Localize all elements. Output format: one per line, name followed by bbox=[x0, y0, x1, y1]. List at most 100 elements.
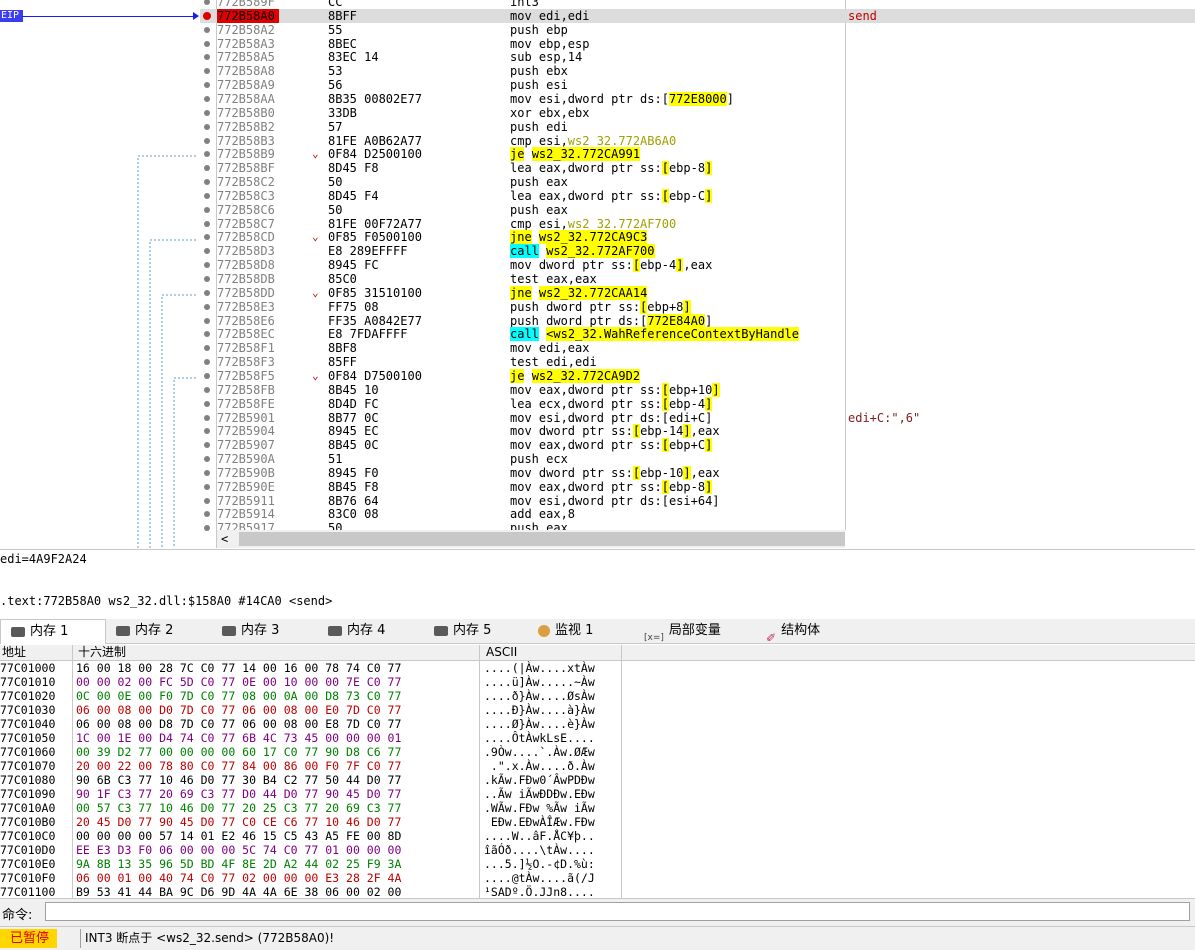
memory-hex-bytes[interactable]: 06 00 01 00 40 74 C0 77 02 00 00 00 E3 2… bbox=[76, 871, 401, 885]
memory-ascii[interactable]: EÐw.EÐwÀÎÆw.FÐw bbox=[484, 815, 595, 829]
breakpoint-dot-icon[interactable] bbox=[204, 137, 210, 144]
memory-ascii[interactable]: ....W..âF.ÅC¥þ.. bbox=[484, 829, 595, 843]
memory-hex-bytes[interactable]: 0C 00 0E 00 F0 7D C0 77 08 00 0A 00 D8 7… bbox=[76, 689, 401, 703]
tab-7[interactable]: [x=] 局部变量 bbox=[634, 619, 756, 643]
disasm-row[interactable]: 772B58B0 33DB xor ebx,ebx bbox=[200, 106, 1195, 120]
breakpoint-dot-icon[interactable] bbox=[204, 220, 210, 227]
disasm-row[interactable]: 772B58E6 FF35 A0842E77 push dword ptr ds:[… bbox=[200, 313, 1195, 328]
breakpoint-dot-icon[interactable] bbox=[204, 400, 210, 407]
disasm-row[interactable]: 772B58C3 8D45 F4 lea eax,dword ptr ss:[ebp… bbox=[200, 188, 1195, 203]
memory-ascii[interactable]: ....ð}Àw....ØsÀw bbox=[484, 689, 595, 703]
disasm-row[interactable]: 772B58E3 FF75 08 push dword ptr ss:[ebp+8] bbox=[200, 299, 1195, 314]
breakpoint-dot-icon[interactable] bbox=[204, 262, 210, 269]
breakpoint-dot-icon[interactable] bbox=[204, 511, 210, 518]
memory-ascii[interactable]: ....ü]Àw.....~Àw bbox=[484, 675, 595, 689]
memory-hex-bytes[interactable]: 9A 8B 13 35 96 5D BD 4F 8E 2D A2 44 02 2… bbox=[76, 857, 401, 871]
memory-row[interactable]: 77C01040 06 00 08 00 D8 7D C0 77 06 00 08… bbox=[0, 717, 1195, 731]
memory-row[interactable]: 77C010D0 EE E3 D3 F0 06 00 00 00 5C 74 C0… bbox=[0, 843, 1195, 857]
disasm-row[interactable]: 772B5907 8B45 0C mov eax,dword ptr ss:[ebp… bbox=[200, 438, 1195, 453]
disasm-row[interactable]: 772B5901 8B77 0C mov esi,dword ptr ds:[edi… bbox=[200, 411, 1195, 425]
breakpoint-dot-icon[interactable] bbox=[204, 345, 210, 352]
memory-hex-bytes[interactable]: 90 6B C3 77 10 46 D0 77 30 B4 C2 77 50 4… bbox=[76, 773, 401, 787]
memory-hex-bytes[interactable]: EE E3 D3 F0 06 00 00 00 5C 74 C0 77 01 0… bbox=[76, 843, 401, 857]
memory-ascii[interactable]: .".x.Àw....ð.Àw bbox=[484, 759, 595, 773]
disasm-row[interactable]: 772B58C7 81FE 00F72A77 cmp esi,ws2_32.772A… bbox=[200, 217, 1195, 231]
disassembly-pane[interactable]: EIP 772B589F CC int3 772B58A0 8BFF mov edi,ed… bbox=[0, 0, 1195, 548]
breakpoint-dot-icon[interactable] bbox=[204, 109, 210, 116]
disasm-row[interactable]: 772B5904 8945 EC mov dword ptr ss:[ebp-14]… bbox=[200, 424, 1195, 439]
tab-6[interactable]: 监视 1 bbox=[528, 619, 634, 643]
breakpoint-dot-icon[interactable] bbox=[204, 372, 210, 379]
breakpoint-dot-icon[interactable] bbox=[204, 26, 210, 33]
disasm-horizontal-scrollbar[interactable]: < bbox=[217, 530, 845, 548]
memory-dump-pane[interactable]: 地址 十六进制 ASCII 77C01000 16 00 18 00 28 7C … bbox=[0, 645, 1195, 898]
memory-row[interactable]: 77C01100 B9 53 41 44 BA 9C D6 9D 4A 4A 6E… bbox=[0, 885, 1195, 898]
disasm-row[interactable]: 772B58DB 85C0 test eax,eax bbox=[200, 272, 1195, 286]
scrollbar-thumb[interactable] bbox=[239, 532, 845, 546]
memory-row[interactable]: 77C010A0 00 57 C3 77 10 46 D0 77 20 25 C3… bbox=[0, 801, 1195, 815]
memory-hex-bytes[interactable]: 00 39 D2 77 00 00 00 00 60 17 C0 77 90 D… bbox=[76, 745, 401, 759]
breakpoint-dot-icon[interactable] bbox=[204, 123, 210, 130]
disasm-row[interactable]: 772B58BF 8D45 F8 lea eax,dword ptr ss:[ebp… bbox=[200, 161, 1195, 176]
disasm-row[interactable]: 772B58CD ⌄ 0F85 F0500100 jne ws2_32.772CA9C… bbox=[200, 230, 1195, 245]
disasm-row[interactable]: 772B58A9 56 push esi bbox=[200, 78, 1195, 92]
memory-hex-bytes[interactable]: 00 00 00 00 57 14 01 E2 46 15 C5 43 A5 F… bbox=[76, 829, 401, 843]
memory-ascii[interactable]: ....@tÀw....ã(/J bbox=[484, 871, 595, 885]
breakpoint-dot-icon[interactable] bbox=[204, 483, 210, 490]
breakpoint-dot-icon[interactable] bbox=[204, 248, 210, 255]
memory-row[interactable]: 77C01090 90 1F C3 77 20 69 C3 77 D0 44 D0… bbox=[0, 787, 1195, 801]
memory-row[interactable]: 77C010C0 00 00 00 00 57 14 01 E2 46 15 C5… bbox=[0, 829, 1195, 843]
memory-ascii[interactable]: ..Ãw iÃwÐDÐw.EÐw bbox=[484, 787, 595, 801]
breakpoint-dot-icon[interactable] bbox=[204, 151, 210, 158]
disasm-row[interactable]: 772B589F CC int3 bbox=[200, 0, 1195, 9]
breakpoint-dot-icon[interactable] bbox=[204, 68, 210, 75]
memory-row[interactable]: 77C010B0 20 45 D0 77 90 45 D0 77 C0 CE C6… bbox=[0, 815, 1195, 829]
disasm-row[interactable]: 772B58A5 83EC 14 sub esp,14 bbox=[200, 50, 1195, 64]
tab-1[interactable]: 内存 1 bbox=[0, 619, 106, 644]
breakpoint-dot-icon[interactable] bbox=[204, 497, 210, 504]
memory-row[interactable]: 77C01080 90 6B C3 77 10 46 D0 77 30 B4 C2… bbox=[0, 773, 1195, 787]
breakpoint-dot-icon[interactable] bbox=[204, 456, 210, 463]
breakpoint-dot-icon[interactable] bbox=[204, 276, 210, 282]
disasm-row[interactable]: 772B58FB 8B45 10 mov eax,dword ptr ss:[ebp… bbox=[200, 382, 1195, 397]
memory-hex-bytes[interactable]: 90 1F C3 77 20 69 C3 77 D0 44 D0 77 90 4… bbox=[76, 787, 401, 801]
breakpoint-dot-icon[interactable] bbox=[204, 192, 210, 199]
disasm-row[interactable]: 772B58C6 50 push eax bbox=[200, 203, 1195, 217]
breakpoint-dot-icon[interactable] bbox=[204, 525, 210, 532]
memory-hex-bytes[interactable]: 06 00 08 00 D8 7D C0 77 06 00 08 00 E8 7… bbox=[76, 717, 401, 731]
disasm-row[interactable]: 772B58A0 8BFF mov edi,edi send bbox=[200, 8, 1195, 23]
disasm-row[interactable]: 772B58F1 8BF8 mov edi,eax bbox=[200, 341, 1195, 355]
memory-hex-bytes[interactable]: 20 45 D0 77 90 45 D0 77 C0 CE C6 77 10 4… bbox=[76, 815, 401, 829]
breakpoint-dot-icon[interactable] bbox=[204, 82, 210, 89]
command-input[interactable] bbox=[45, 902, 1190, 921]
disasm-row[interactable]: 772B58F5 ⌄ 0F84 D7500100 je ws2_32.772CA9D2 bbox=[200, 368, 1195, 383]
memory-ascii[interactable]: ...5.]½O.-¢D.%ù: bbox=[484, 857, 595, 871]
memory-ascii[interactable]: ....(|Àw....xtÀw bbox=[484, 661, 595, 675]
memory-row[interactable]: 77C01020 0C 00 0E 00 F0 7D C0 77 08 00 0A… bbox=[0, 689, 1195, 703]
disasm-row[interactable]: 772B58A2 55 push ebp bbox=[200, 23, 1195, 37]
disasm-row[interactable]: 772B58A8 53 push ebx bbox=[200, 64, 1195, 78]
memory-ascii[interactable]: îãÓð....\tÀw.... bbox=[484, 843, 595, 857]
memory-row[interactable]: 77C01030 06 00 08 00 D0 7D C0 77 06 00 08… bbox=[0, 703, 1195, 717]
memory-ascii[interactable]: .kÃw.FÐw0´ÂwPDÐw bbox=[484, 773, 595, 787]
disasm-row[interactable]: 772B58B2 57 push edi bbox=[200, 120, 1195, 134]
breakpoint-dot-icon[interactable] bbox=[204, 54, 210, 61]
memory-row[interactable]: 77C01060 00 39 D2 77 00 00 00 00 60 17 C0… bbox=[0, 745, 1195, 759]
breakpoint-dot-icon[interactable] bbox=[204, 40, 210, 47]
disasm-row[interactable]: 772B58DD ⌄ 0F85 31510100 jne ws2_32.772CAA1… bbox=[200, 285, 1195, 300]
memory-ascii[interactable]: ....ÔtÀwkLsE.... bbox=[484, 731, 595, 745]
breakpoint-dot-icon[interactable] bbox=[204, 0, 210, 5]
breakpoint-dot-icon[interactable] bbox=[204, 289, 210, 296]
disasm-row[interactable]: 772B58F3 85FF test edi,edi bbox=[200, 355, 1195, 369]
disasm-row[interactable]: 772B590A 51 push ecx bbox=[200, 452, 1195, 466]
disasm-row[interactable]: 772B590E 8B45 F8 mov eax,dword ptr ss:[ebp… bbox=[200, 479, 1195, 494]
memory-hex-bytes[interactable]: 06 00 08 00 D0 7D C0 77 06 00 08 00 E0 7… bbox=[76, 703, 401, 717]
breakpoint-dot-icon[interactable] bbox=[204, 469, 210, 476]
disasm-row[interactable]: 772B5911 8B76 64 mov esi,dword ptr ds:[esi… bbox=[200, 494, 1195, 508]
memory-row[interactable]: 77C010E0 9A 8B 13 35 96 5D BD 4F 8E 2D A2… bbox=[0, 857, 1195, 871]
breakpoint-dot-icon[interactable] bbox=[204, 317, 210, 324]
memory-row[interactable]: 77C010F0 06 00 01 00 40 74 C0 77 02 00 00… bbox=[0, 871, 1195, 885]
breakpoint-dot-icon[interactable] bbox=[204, 414, 210, 421]
memory-row[interactable]: 77C01070 20 00 22 00 78 80 C0 77 84 00 86… bbox=[0, 759, 1195, 773]
memory-row[interactable]: 77C01010 00 00 02 00 FC 5D C0 77 0E 00 10… bbox=[0, 675, 1195, 689]
